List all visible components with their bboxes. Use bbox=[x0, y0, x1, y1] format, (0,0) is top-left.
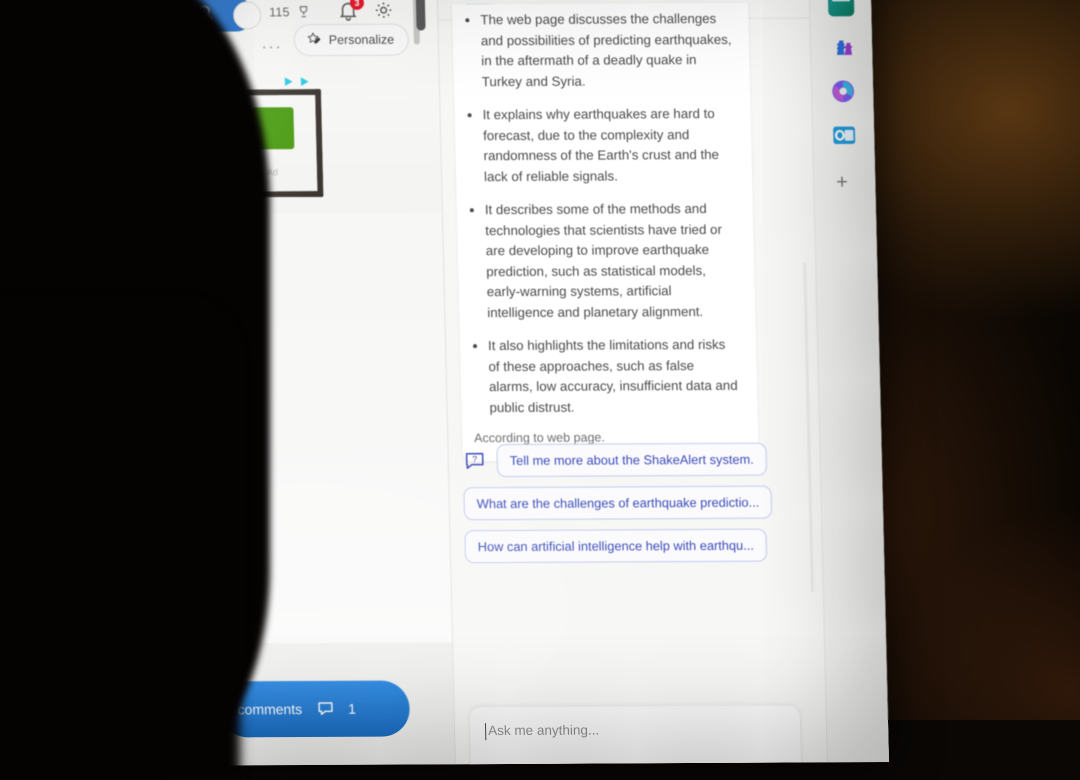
hand-silhouette-lower bbox=[0, 300, 240, 780]
list-item: It also highlights the limitations and r… bbox=[488, 335, 742, 418]
rewards-trophy-icon bbox=[295, 4, 310, 19]
suggestion-chip-3[interactable]: How can artificial intelligence help wit… bbox=[464, 529, 767, 564]
suggestion-chip-2[interactable]: What are the challenges of earthquake pr… bbox=[463, 486, 772, 521]
add-app-button[interactable]: + bbox=[836, 172, 848, 192]
page-content-sheet bbox=[242, 212, 452, 643]
overflow-menu-button[interactable]: ... bbox=[262, 35, 283, 53]
star-pencil-icon bbox=[306, 31, 322, 50]
search-dropdown-button[interactable] bbox=[233, 1, 262, 29]
text-cursor bbox=[485, 723, 486, 740]
copilot-app-icon[interactable] bbox=[830, 78, 857, 104]
settings-gear-icon bbox=[373, 8, 394, 25]
outlook-app-icon[interactable] bbox=[831, 122, 858, 148]
search-input-placeholder: Ask me anything... bbox=[488, 722, 599, 738]
rewards-count: 115 bbox=[269, 5, 290, 19]
answer-bullet-list: The web page discusses the challenges an… bbox=[464, 9, 742, 418]
personalize-label: Personalize bbox=[329, 33, 395, 47]
suggestion-row: What are the challenges of earthquake pr… bbox=[463, 485, 794, 520]
comments-label: comments bbox=[237, 701, 302, 717]
rewards-counter[interactable]: 115 bbox=[269, 4, 311, 19]
suggestion-row: How can artificial intelligence help wit… bbox=[464, 528, 795, 563]
list-item: It explains why earthquakes are hard to … bbox=[482, 104, 736, 187]
tools-app-icon[interactable] bbox=[828, 0, 855, 16]
notification-badge: 3 bbox=[350, 0, 364, 10]
chat-scrollbar[interactable] bbox=[803, 262, 814, 592]
question-bubble-icon: ? bbox=[462, 449, 487, 473]
settings-button[interactable] bbox=[373, 0, 396, 22]
notifications-button[interactable]: 3 bbox=[337, 0, 362, 24]
suggested-questions: ? Tell me more about the ShakeAlert syst… bbox=[462, 443, 795, 574]
comments-count: 1 bbox=[348, 701, 356, 717]
chess-app-icon[interactable] bbox=[829, 34, 856, 60]
bing-chat-panel: Discover Chat Compose Insights The web p… bbox=[436, 0, 828, 764]
speech-bubble-icon bbox=[316, 698, 334, 719]
panel-scrollbar-thumb[interactable] bbox=[415, 0, 425, 31]
suggestion-row: ? Tell me more about the ShakeAlert syst… bbox=[462, 443, 793, 478]
list-item: The web page discusses the challenges an… bbox=[480, 9, 734, 92]
comments-button[interactable]: comments 1 bbox=[219, 680, 410, 737]
suggestion-chip-1[interactable]: Tell me more about the ShakeAlert system… bbox=[496, 443, 767, 477]
adchoices-icon[interactable] bbox=[283, 75, 312, 88]
chat-composer[interactable]: Ask me anything... bbox=[469, 704, 803, 765]
list-item: It describes some of the methods and tec… bbox=[485, 199, 740, 323]
svg-text:?: ? bbox=[472, 454, 477, 464]
personalize-button[interactable]: Personalize bbox=[293, 24, 409, 57]
answer-card: The web page discusses the challenges an… bbox=[452, 3, 759, 461]
